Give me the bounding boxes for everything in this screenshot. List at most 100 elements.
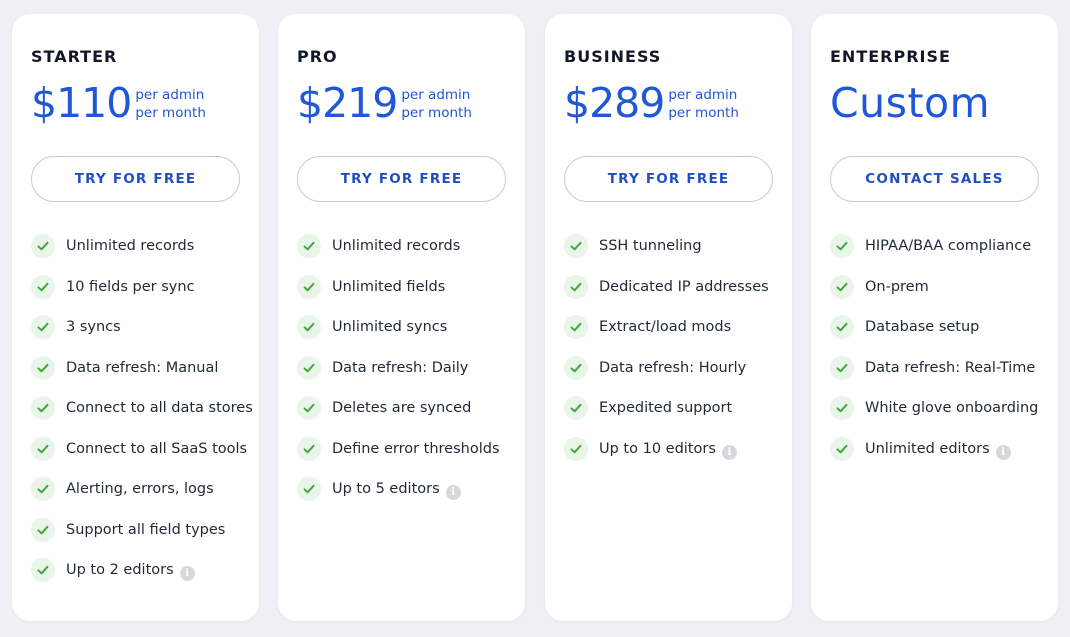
info-icon[interactable]: i xyxy=(995,444,1011,460)
feature-label: Unlimited records xyxy=(66,238,195,254)
feature-item: Expedited support xyxy=(564,396,786,420)
feature-text: Unlimited fields xyxy=(332,275,445,297)
info-icon[interactable]: i xyxy=(179,566,195,581)
feature-item: HIPAA/BAA compliance xyxy=(830,234,1052,258)
check-icon xyxy=(564,436,588,461)
feature-text: 3 syncs xyxy=(66,315,121,337)
pricing-cards: STARTER $110 per admin per month TRY FOR… xyxy=(12,14,1058,621)
feature-text: HIPAA/BAA compliance xyxy=(865,234,1031,256)
feature-label: Extract/load mods xyxy=(599,319,732,335)
feature-label: Data refresh: Real-Time xyxy=(865,359,1036,376)
feature-label: Data refresh: Daily xyxy=(332,359,469,376)
plan-name: BUSINESS xyxy=(564,47,662,66)
feature-label: On-prem xyxy=(865,278,929,295)
feature-text: Up to 5 editors i xyxy=(332,477,461,500)
feature-item: Up to 2 editors i xyxy=(31,558,253,582)
feature-item: 10 fields per sync xyxy=(31,274,253,299)
feature-label: Deletes are synced xyxy=(332,400,472,416)
check-icon xyxy=(31,477,55,501)
price-row: $110 per admin per month xyxy=(31,78,206,128)
feature-text: Support all field types xyxy=(66,518,225,540)
check-icon xyxy=(830,396,854,420)
check-icon xyxy=(297,477,321,501)
check-icon xyxy=(564,315,588,339)
feature-label: Up to 2 editors xyxy=(66,562,174,578)
check-icon xyxy=(31,517,55,542)
check-icon xyxy=(830,315,854,339)
feature-label: Define error thresholds xyxy=(332,440,500,457)
price-row: Custom xyxy=(830,78,990,128)
feature-item: Connect to all SaaS tools xyxy=(31,436,253,461)
feature-item: Deletes are synced xyxy=(297,396,519,420)
price-unit: per admin per month xyxy=(668,85,739,122)
plan-card-starter: STARTER $110 per admin per month TRY FOR… xyxy=(12,14,259,621)
feature-label: Up to 5 editors xyxy=(332,481,440,497)
plan-name: PRO xyxy=(297,47,338,66)
feature-label: Database setup xyxy=(865,319,980,335)
feature-label: Alerting, errors, logs xyxy=(66,481,214,497)
feature-text: Connect to all SaaS tools xyxy=(66,437,247,459)
feature-item: Unlimited records xyxy=(31,234,253,258)
info-icon[interactable]: i xyxy=(445,485,461,500)
feature-label: Expedited support xyxy=(599,400,733,416)
plan-price: $110 xyxy=(31,79,132,127)
price-unit-line2: per month xyxy=(401,104,472,121)
feature-text: SSH tunneling xyxy=(599,234,702,256)
contact-sales-button[interactable]: CONTACT SALES xyxy=(830,156,1039,202)
feature-text: Up to 2 editors i xyxy=(66,558,195,581)
check-icon xyxy=(564,396,588,420)
feature-item: Dedicated IP addresses xyxy=(564,274,786,299)
info-icon[interactable]: i xyxy=(721,444,737,460)
try-for-free-button[interactable]: TRY FOR FREE xyxy=(564,156,773,202)
check-icon xyxy=(297,274,321,299)
feature-text: Define error thresholds xyxy=(332,437,500,459)
try-for-free-button[interactable]: TRY FOR FREE xyxy=(297,156,506,202)
feature-item: Unlimited fields xyxy=(297,274,519,299)
feature-text: Database setup xyxy=(865,315,979,337)
feature-label: Unlimited syncs xyxy=(332,319,448,335)
feature-item: Extract/load mods xyxy=(564,315,786,339)
feature-list: Unlimited records Unlimited fields Unlimit… xyxy=(297,234,519,518)
feature-label: White glove onboarding xyxy=(865,400,1039,416)
check-icon xyxy=(830,436,854,461)
check-icon xyxy=(564,355,588,380)
plan-card-enterprise: ENTERPRISE Custom CONTACT SALES HIPAA/BA… xyxy=(811,14,1058,621)
check-icon xyxy=(297,234,321,258)
feature-text: Up to 10 editors i xyxy=(599,437,737,460)
plan-card-business: BUSINESS $289 per admin per month TRY FO… xyxy=(545,14,792,621)
feature-text: Data refresh: Real-Time xyxy=(865,356,1035,378)
check-icon xyxy=(297,315,321,339)
feature-item: Unlimited syncs xyxy=(297,315,519,339)
feature-label: Dedicated IP addresses xyxy=(599,278,769,295)
feature-item: SSH tunneling xyxy=(564,234,786,258)
feature-item: Database setup xyxy=(830,315,1052,339)
price-unit: per admin per month xyxy=(401,85,472,122)
feature-label: SSH tunneling xyxy=(599,238,702,254)
check-icon xyxy=(830,355,854,380)
feature-text: Unlimited records xyxy=(332,234,460,256)
feature-item: Up to 5 editors i xyxy=(297,477,519,501)
price-unit-line1: per admin xyxy=(135,86,205,103)
feature-label: Data refresh: Hourly xyxy=(599,359,747,376)
price-unit-line2: per month xyxy=(135,104,206,121)
feature-item: Connect to all data stores xyxy=(31,396,253,420)
feature-label: Support all field types xyxy=(66,521,226,538)
feature-item: Data refresh: Manual xyxy=(31,355,253,380)
feature-item: Up to 10 editors i xyxy=(564,436,786,461)
feature-text: Deletes are synced xyxy=(332,396,471,418)
check-icon xyxy=(564,234,588,258)
feature-list: HIPAA/BAA compliance On-prem Database setu… xyxy=(830,234,1052,477)
price-unit: per admin per month xyxy=(135,85,206,122)
feature-text: Data refresh: Daily xyxy=(332,356,468,378)
check-icon xyxy=(31,234,55,258)
check-icon xyxy=(31,558,55,582)
feature-text: Alerting, errors, logs xyxy=(66,477,214,499)
check-icon xyxy=(31,274,55,299)
feature-label: Unlimited editors xyxy=(865,440,990,457)
check-icon xyxy=(297,355,321,380)
feature-text: Data refresh: Hourly xyxy=(599,356,746,378)
feature-text: Unlimited records xyxy=(66,234,194,256)
try-for-free-button[interactable]: TRY FOR FREE xyxy=(31,156,240,202)
check-icon xyxy=(31,396,55,420)
feature-item: White glove onboarding xyxy=(830,396,1052,420)
